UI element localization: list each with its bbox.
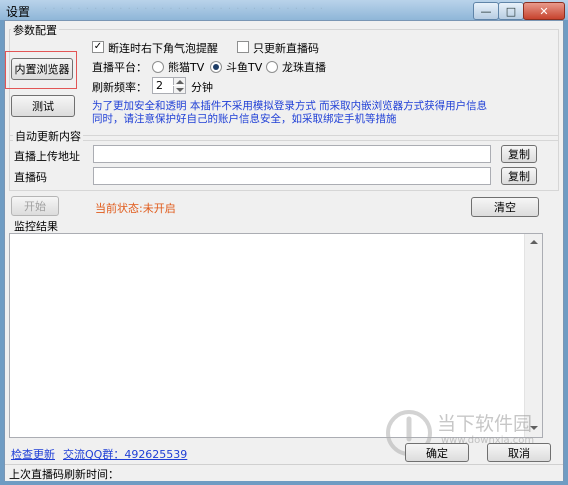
copy-upload-url-label: 复制 <box>508 148 530 161</box>
radio-selected-dot <box>213 64 219 70</box>
ok-button-label: 确定 <box>426 446 448 460</box>
minimize-button[interactable]: — <box>473 2 499 20</box>
ok-button[interactable]: 确定 <box>405 443 469 462</box>
refresh-spinbox[interactable]: 2 <box>152 77 186 94</box>
refresh-value: 2 <box>156 79 163 92</box>
checkmark-icon: ✓ <box>93 41 103 52</box>
current-status: 当前状态:未开启 <box>95 202 176 215</box>
copy-stream-code-button[interactable]: 复制 <box>501 167 537 185</box>
start-button[interactable]: 开始 <box>11 196 59 216</box>
params-legend: 参数配置 <box>11 22 59 38</box>
window-title-background: · · · · · · · · · · · · · · · · · · · · … <box>44 4 324 15</box>
auto-update-legend: 自动更新内容 <box>13 128 83 144</box>
only-update-code-label: 只更新直播码 <box>253 42 319 55</box>
monitor-label: 监控结果 <box>14 220 58 233</box>
qq-group-link[interactable]: 交流QQ群：492625539 <box>63 446 187 462</box>
stream-code-label: 直播码 <box>14 171 47 184</box>
maximize-button[interactable]: □ <box>498 2 524 20</box>
watermark-name: 当下软件园 <box>437 413 533 435</box>
title-bar: 设置 · · · · · · · · · · · · · · · · · · ·… <box>0 0 568 20</box>
platform-label-longzhu: 龙珠直播 <box>282 61 326 74</box>
cancel-button-label: 取消 <box>508 446 530 460</box>
spin-up-button[interactable] <box>173 78 185 85</box>
copy-stream-code-label: 复制 <box>508 170 530 183</box>
scroll-up-icon[interactable] <box>530 240 538 244</box>
platform-radio-longzhu[interactable] <box>266 61 278 73</box>
cancel-button[interactable]: 取消 <box>487 443 551 462</box>
refresh-label: 刷新频率： <box>92 81 147 94</box>
stream-code-input[interactable] <box>93 167 491 185</box>
disconnect-notify-checkbox[interactable]: ✓ <box>92 41 104 53</box>
window-title: 设置 <box>6 5 31 19</box>
spin-down-icon <box>175 87 184 92</box>
builtin-browser-label: 内置浏览器 <box>14 63 70 76</box>
test-button-label: 测试 <box>32 100 54 113</box>
start-button-label: 开始 <box>24 200 46 213</box>
refresh-unit: 分钟 <box>191 81 213 94</box>
settings-dialog: 参数配置 内置浏览器 测试 ✓ 断连时右下角气泡提醒 只更新直播码 直播平台： … <box>4 20 564 481</box>
minimize-icon: — <box>480 4 492 18</box>
platform-label: 直播平台： <box>92 61 147 74</box>
check-update-link[interactable]: 检查更新 <box>11 446 55 462</box>
platform-radio-panda[interactable] <box>152 61 164 73</box>
last-refresh-status: 上次直播码刷新时间： <box>9 468 119 481</box>
security-notice-line2: 同时，请注意保护好自己的账户信息安全，如采取绑定手机等措施 <box>92 113 397 125</box>
upload-url-input[interactable] <box>93 145 491 163</box>
spin-up-icon <box>175 79 184 84</box>
spin-down-button[interactable] <box>173 86 185 93</box>
close-icon: ✕ <box>539 4 549 18</box>
status-bar: 上次直播码刷新时间： <box>5 464 563 481</box>
clear-button-label: 清空 <box>494 201 516 214</box>
clear-button[interactable]: 清空 <box>471 197 539 217</box>
maximize-icon: □ <box>505 4 517 18</box>
platform-label-douyu: 斗鱼TV <box>226 61 263 74</box>
platform-label-panda: 熊猫TV <box>168 61 205 74</box>
disconnect-notify-label: 断连时右下角气泡提醒 <box>108 42 218 55</box>
only-update-code-checkbox[interactable] <box>237 41 249 53</box>
platform-radio-douyu[interactable] <box>210 61 222 73</box>
close-button[interactable]: ✕ <box>523 2 565 20</box>
copy-upload-url-button[interactable]: 复制 <box>501 145 537 163</box>
upload-url-label: 直播上传地址 <box>14 150 80 163</box>
test-button[interactable]: 测试 <box>11 95 75 117</box>
builtin-browser-button[interactable]: 内置浏览器 <box>11 58 73 80</box>
